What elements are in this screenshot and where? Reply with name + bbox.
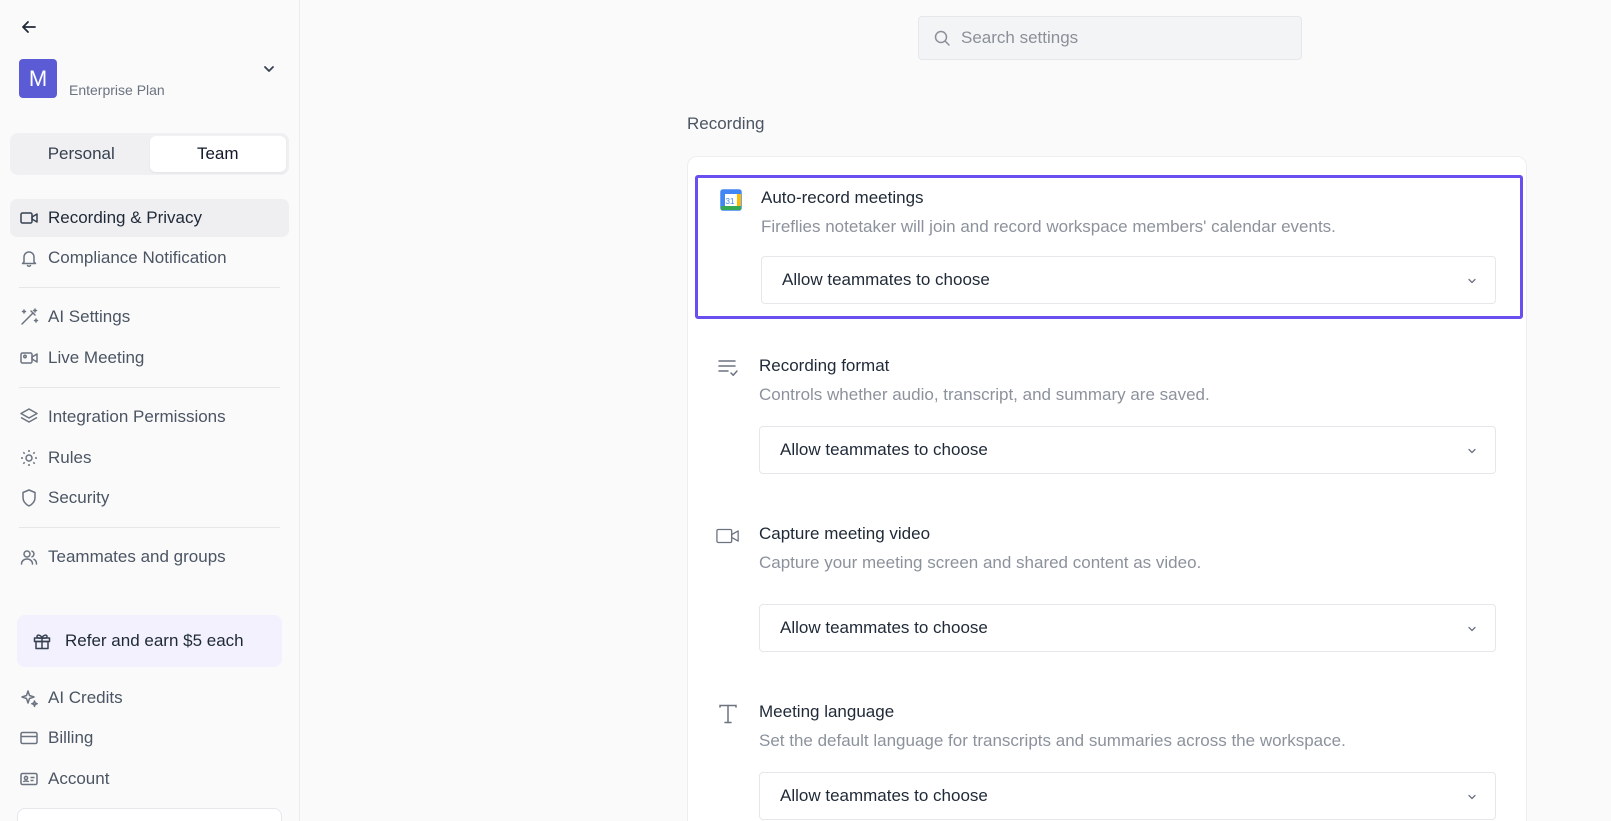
arrow-left-icon	[22, 21, 36, 33]
setting-title: Meeting language	[759, 702, 895, 721]
setting-title: Auto-record meetings	[761, 188, 924, 207]
sidebar-item-label: Compliance Notification	[48, 248, 227, 267]
divider	[19, 387, 280, 388]
refer-label: Refer and earn $5 each	[65, 631, 244, 650]
sidebar-item-label: AI Settings	[48, 307, 131, 326]
select-value: Allow teammates to choose	[780, 440, 988, 459]
sidebar-item-ai-credits[interactable]: AI Credits	[10, 679, 289, 717]
account-switcher[interactable]: M Enterprise Plan	[19, 59, 287, 103]
sparkles-icon	[19, 688, 39, 708]
sidebar-item-label: Recording & Privacy	[48, 208, 203, 227]
chevron-down-icon	[1468, 626, 1476, 632]
sidebar-item-label: Security	[48, 488, 110, 507]
setting-description: Fireflies notetaker will join and record…	[761, 217, 1336, 236]
search-input[interactable]	[961, 28, 1281, 48]
sidebar-item-security[interactable]: Security	[10, 479, 289, 517]
tab-team[interactable]: Team	[149, 136, 286, 172]
bell-icon	[19, 248, 39, 268]
section-title: Recording	[687, 114, 765, 133]
select-value: Allow teammates to choose	[780, 618, 988, 637]
chevron-down-icon[interactable]	[261, 61, 277, 77]
setting-description: Capture your meeting screen and shared c…	[759, 553, 1202, 572]
setting-description: Set the default language for transcripts…	[759, 731, 1346, 750]
video-icon	[19, 208, 39, 228]
capture-video-select[interactable]: Allow teammates to choose	[759, 604, 1496, 652]
sidebar-item-label: Rules	[48, 448, 92, 467]
search-icon	[934, 30, 950, 46]
video-camera-icon	[716, 524, 740, 548]
google-calendar-icon: 31	[719, 188, 743, 212]
credit-card-icon	[19, 728, 39, 748]
magic-wand-icon	[19, 307, 39, 327]
select-value: Allow teammates to choose	[780, 786, 988, 805]
sidebar-item-compliance-notification[interactable]: Compliance Notification	[10, 239, 289, 277]
settings-app: M Enterprise Plan Personal Team Recordin…	[0, 0, 1611, 821]
divider	[19, 527, 280, 528]
recording-format-select[interactable]: Allow teammates to choose	[759, 426, 1496, 474]
sidebar: M Enterprise Plan Personal Team Recordin…	[0, 0, 300, 821]
gift-icon	[31, 630, 53, 652]
setting-title: Capture meeting video	[759, 524, 931, 543]
back-button[interactable]	[16, 14, 42, 40]
sidebar-item-label: AI Credits	[48, 688, 123, 707]
account-email	[69, 59, 249, 79]
search-bar	[918, 16, 1302, 60]
text-icon	[716, 702, 740, 726]
sidebar-item-label: Integration Permissions	[48, 407, 226, 426]
auto-record-select[interactable]: Allow teammates to choose	[761, 256, 1496, 304]
sidebar-item-label: Billing	[48, 728, 94, 747]
list-check-icon	[716, 356, 740, 380]
chevron-down-icon	[1468, 794, 1476, 800]
sidebar-item-live-meeting[interactable]: Live Meeting	[10, 339, 289, 377]
shield-icon	[19, 488, 39, 508]
layers-icon	[19, 407, 39, 427]
sidebar-item-integration-permissions[interactable]: Integration Permissions	[10, 398, 289, 436]
sidebar-bottom-card	[17, 808, 282, 821]
divider	[19, 287, 280, 288]
setting-title: Recording format	[759, 356, 890, 375]
svg-text:31: 31	[726, 197, 735, 206]
sidebar-item-teammates-groups[interactable]: Teammates and groups	[10, 538, 289, 576]
id-card-icon	[19, 769, 39, 789]
tab-personal[interactable]: Personal	[13, 136, 150, 172]
sidebar-item-label: Teammates and groups	[48, 547, 226, 566]
sidebar-item-account[interactable]: Account	[10, 760, 289, 798]
sidebar-item-label: Account	[48, 769, 110, 788]
sidebar-item-label: Live Meeting	[48, 348, 145, 367]
video-live-icon	[19, 348, 39, 368]
meeting-language-select[interactable]: Allow teammates to choose	[759, 772, 1496, 820]
avatar: M	[19, 59, 57, 98]
sidebar-item-billing[interactable]: Billing	[10, 719, 289, 757]
users-icon	[19, 547, 39, 567]
chevron-down-icon	[1468, 278, 1476, 284]
sidebar-item-recording-privacy[interactable]: Recording & Privacy	[10, 199, 289, 237]
select-value: Allow teammates to choose	[782, 270, 990, 289]
sidebar-item-ai-settings[interactable]: AI Settings	[10, 298, 289, 336]
account-plan: Enterprise Plan	[69, 82, 165, 98]
gear-rules-icon	[19, 448, 39, 468]
refer-earn-button[interactable]: Refer and earn $5 each	[17, 615, 282, 667]
setting-description: Controls whether audio, transcript, and …	[759, 385, 1210, 404]
chevron-down-icon	[1468, 448, 1476, 454]
personal-team-toggle: Personal Team	[10, 133, 289, 175]
sidebar-item-rules[interactable]: Rules	[10, 439, 289, 477]
